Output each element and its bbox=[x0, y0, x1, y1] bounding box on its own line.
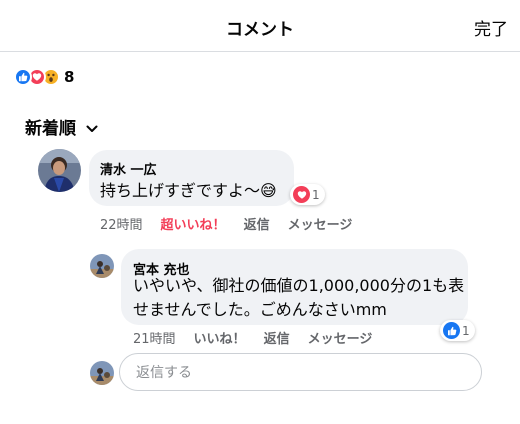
like-icon bbox=[14, 68, 32, 86]
avatar bbox=[90, 361, 114, 385]
reply-button[interactable]: 返信 bbox=[244, 214, 270, 233]
avatar[interactable] bbox=[38, 149, 81, 192]
comment-reaction-chip[interactable]: 1 bbox=[290, 184, 325, 205]
comment-time[interactable]: 21時間 bbox=[133, 328, 176, 347]
reply-input[interactable]: 返信する bbox=[119, 353, 482, 391]
comment-reaction-count: 1 bbox=[462, 323, 470, 338]
done-button[interactable]: 完了 bbox=[474, 15, 508, 40]
comment-meta: 22時間 超いいね！ 返信 メッセージ bbox=[100, 214, 370, 233]
avatar[interactable] bbox=[90, 254, 114, 278]
like-button[interactable]: いいね！ bbox=[194, 328, 246, 347]
reply-placeholder: 返信する bbox=[136, 365, 192, 381]
page-title: コメント bbox=[226, 20, 294, 40]
comment-meta: 21時間 いいね！ 返信 メッセージ bbox=[133, 328, 390, 347]
comment-reaction-count: 1 bbox=[312, 187, 320, 202]
message-button[interactable]: メッセージ bbox=[288, 214, 353, 233]
message-button[interactable]: メッセージ bbox=[308, 328, 373, 347]
comment-time[interactable]: 22時間 bbox=[100, 214, 143, 233]
chevron-down-icon bbox=[86, 118, 98, 137]
reaction-count: 8 bbox=[64, 68, 75, 86]
comment-author[interactable]: 清水 一広 bbox=[100, 159, 157, 178]
comment-text: 持ち上げすぎですよ〜😅 bbox=[100, 181, 277, 200]
header-bar: コメント 完了 bbox=[0, 0, 520, 52]
sort-dropdown[interactable]: 新着順 bbox=[25, 114, 98, 139]
reaction-button[interactable]: 超いいね！ bbox=[161, 214, 226, 233]
like-icon bbox=[443, 322, 460, 339]
love-icon bbox=[293, 186, 310, 203]
sort-label: 新着順 bbox=[25, 119, 76, 139]
reply-button[interactable]: 返信 bbox=[264, 328, 290, 347]
comment-text-line-1: いやいや、御社の価値の1,000,000分の1も表 bbox=[133, 276, 465, 295]
comment-reaction-chip[interactable]: 1 bbox=[440, 320, 475, 341]
comment-bubble: 宮本 充也 いやいや、御社の価値の1,000,000分の1も表 せませんでした。… bbox=[121, 249, 468, 325]
reaction-summary[interactable]: 8 bbox=[14, 67, 74, 87]
comment-bubble: 清水 一広 持ち上げすぎですよ〜😅 bbox=[89, 150, 294, 206]
comment-text-line-2: せませんでした。ごめんなさいmm bbox=[133, 300, 387, 319]
